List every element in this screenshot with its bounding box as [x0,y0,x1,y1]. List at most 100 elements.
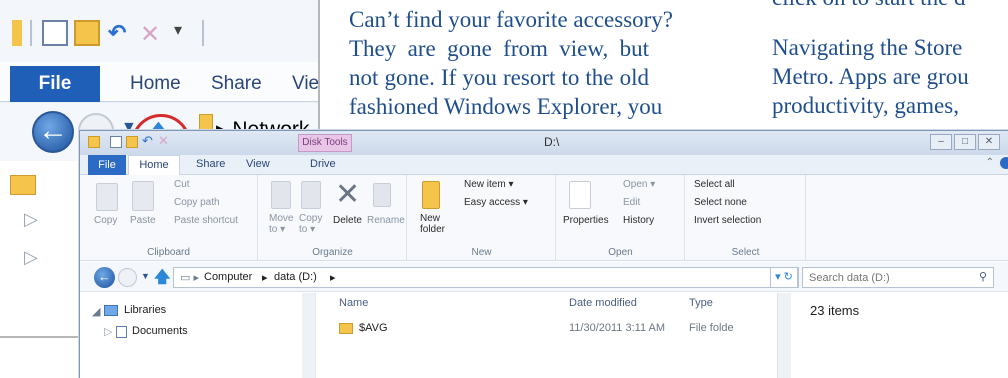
easy-access-button[interactable]: Easy access ▾ [464,197,528,208]
customize-dropdown-icon[interactable]: ▾ [174,20,194,46]
tab-share[interactable]: Share [211,73,262,95]
tab-file[interactable]: File [88,155,126,175]
history-button[interactable]: History [623,215,654,226]
refresh-button[interactable]: ▾ ↻ [770,267,798,288]
ribbon: Copy Paste Cut Copy path Paste shortcut … [80,175,1008,261]
cut-button[interactable]: Cut [174,179,190,190]
breadcrumb-data-drive[interactable]: data (D:) [274,271,317,283]
article-right-column: Navigating the Store Metro. Apps are gro… [772,33,1008,120]
delete-icon[interactable]: ✕ [140,20,164,48]
group-label: Select [731,247,760,258]
back-arrow-icon[interactable]: ← [94,267,115,288]
article-line: They are gone from view, but [349,36,649,61]
undo-icon[interactable]: ↶ [108,20,132,46]
delete-icon: ✕ [335,178,361,211]
new-folder-button[interactable]: New folder [420,213,452,235]
window-title: D:\ [544,135,560,149]
select-none-button[interactable]: Select none [694,197,747,208]
invert-selection-button[interactable]: Invert selection [694,215,761,226]
inset-ribbon-tabs: File Home Share Vie [0,62,318,102]
explorer-window: ↶ ✕ Disk Tools D:\ – □ ✕ File Home Share… [79,130,1008,378]
group-clipboard: Copy Paste Cut Copy path Paste shortcut … [80,175,258,261]
collapse-arrow-icon[interactable]: ◢ [92,305,100,318]
breadcrumb-computer[interactable]: Computer [204,271,252,283]
rename-button[interactable]: Rename [367,215,405,226]
article-line: not gone. If you resort to the old [349,65,649,90]
copy-icon [96,183,118,211]
tab-view[interactable]: View [246,158,270,170]
group-label: New [471,247,492,258]
properties-button[interactable]: Properties [563,215,609,226]
copy-to-button[interactable]: Copy to ▾ [299,213,329,235]
file-type: File folde [689,322,734,334]
back-arrow-icon[interactable]: ← [32,111,74,153]
help-icon[interactable] [1000,157,1008,169]
group-label: Open [608,247,633,258]
edit-button[interactable]: Edit [623,197,640,208]
copy-path-button[interactable]: Copy path [174,197,220,208]
open-button[interactable]: Open ▾ [623,179,655,190]
minimize-button[interactable]: – [930,134,952,150]
recent-locations-dropdown-icon[interactable]: ▼ [141,271,150,281]
article-middle-column: Can’t find your favorite accessory? They… [349,5,674,121]
article-line: Can’t find your favorite accessory? [349,7,674,32]
column-header-name[interactable]: Name [339,297,368,309]
tab-view[interactable]: Vie [292,73,318,95]
close-button[interactable]: ✕ [978,134,1000,150]
article-line: Metro. Apps are grou [772,64,969,89]
file-date: 11/30/2011 3:11 AM [569,322,666,334]
properties-icon[interactable] [110,136,122,148]
maximize-button[interactable]: □ [954,134,976,150]
column-header-type[interactable]: Type [689,297,713,309]
tab-share[interactable]: Share [196,158,225,170]
move-to-button[interactable]: Move to ▾ [269,213,299,235]
up-arrow-icon[interactable]: 🡅 [154,266,170,293]
select-all-button[interactable]: Select all [694,179,735,190]
new-folder-icon[interactable] [126,136,138,148]
tab-file[interactable]: File [10,66,100,102]
forward-arrow-icon[interactable] [118,268,137,287]
expand-arrow-icon[interactable]: ▷ [24,209,38,230]
new-item-button[interactable]: New item ▾ [464,179,513,190]
article-line: Navigating the Store [772,35,963,60]
paste-shortcut-button[interactable]: Paste shortcut [174,215,238,226]
search-box: ⚲ [802,267,994,288]
expand-arrow-icon[interactable]: ▷ [24,247,38,268]
tab-disk-tools-context[interactable]: Disk Tools [298,134,352,152]
tab-home[interactable]: Home [128,155,180,176]
libraries-icon [104,305,118,316]
expand-arrow-icon[interactable]: ▷ [104,325,112,338]
undo-icon[interactable]: ↶ [142,133,153,149]
tab-home[interactable]: Home [130,73,181,95]
file-list-scrollbar[interactable] [777,293,791,378]
search-input[interactable] [809,268,969,288]
delete-icon[interactable]: ✕ [158,133,169,149]
properties-icon[interactable] [42,20,68,46]
rename-icon [373,183,391,207]
group-select: Select all Select none Invert selection … [686,175,806,261]
title-bar: ↶ ✕ Disk Tools D:\ – □ ✕ [80,131,1008,155]
group-new: New folder New item ▾ Easy access ▾ New [408,175,556,261]
file-list: Name Date modified Type $AVG 11/30/2011 … [317,293,787,378]
file-name: $AVG [359,322,388,334]
nav-scrollbar[interactable] [302,293,315,378]
quick-access-toolbar: ↶ ✕ ▾ [0,0,318,62]
tab-drive[interactable]: Drive [310,158,336,170]
delete-button[interactable]: Delete [333,215,362,226]
group-open: Properties Open ▾ Edit History Open [557,175,685,261]
nav-item-documents[interactable]: Documents [132,325,188,337]
breadcrumb-separator: ▸ [330,272,336,284]
copy-button[interactable]: Copy [94,215,117,226]
nav-item-libraries[interactable]: Libraries [124,304,166,316]
address-bar[interactable]: ▭ ▸ Computer ▸ data (D:) ▸ [173,267,799,288]
breadcrumb-separator: ▸ [262,272,268,284]
new-folder-icon[interactable] [74,20,100,46]
collapse-ribbon-icon[interactable]: ⌃ [986,157,994,168]
search-icon[interactable]: ⚲ [979,270,987,283]
divider [202,20,204,46]
column-header-date[interactable]: Date modified [569,297,637,309]
divider [30,20,32,46]
paste-button[interactable]: Paste [130,215,156,226]
copy-to-icon [301,181,321,209]
article-right-top: click on to start the d [772,0,1008,12]
